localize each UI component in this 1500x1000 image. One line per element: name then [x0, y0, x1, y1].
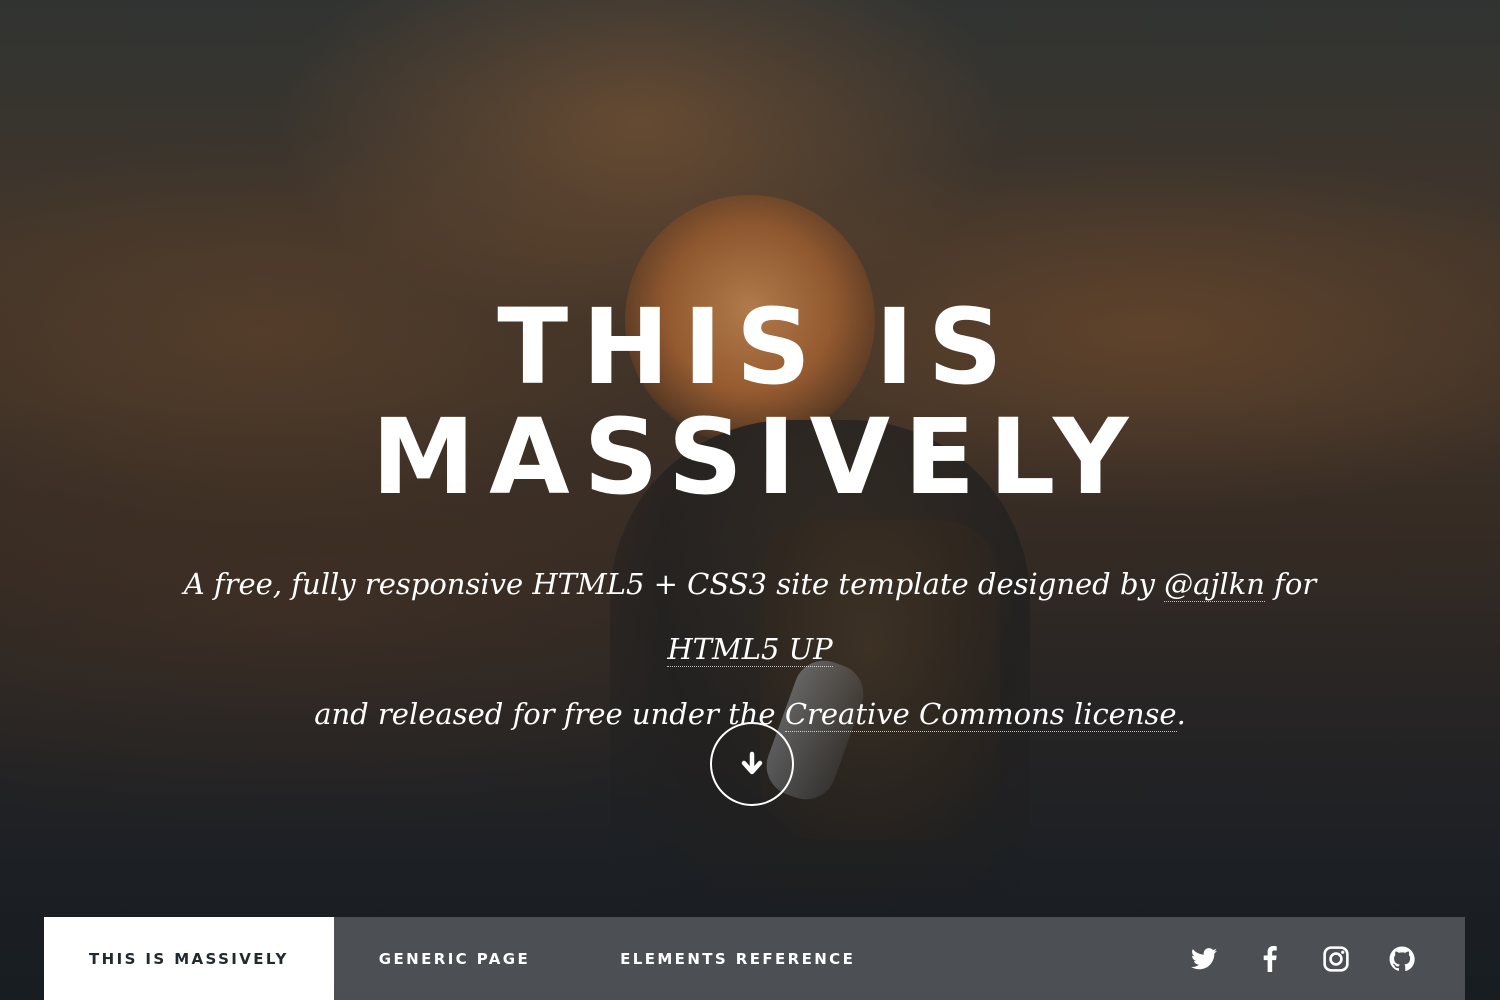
hero-section: THIS IS MASSIVELY A free, fully responsi… [0, 0, 1500, 900]
instagram-icon [1323, 945, 1349, 972]
nav-link-generic-page[interactable]: GENERIC PAGE [334, 917, 575, 1000]
nav-links: THIS IS MASSIVELY GENERIC PAGE ELEMENTS … [44, 917, 900, 1000]
nav-link-elements-reference[interactable]: ELEMENTS REFERENCE [575, 917, 900, 1000]
arrow-down-icon [741, 751, 763, 775]
html5up-link[interactable]: HTML5 UP [667, 632, 833, 667]
nav-link-this-is-massively[interactable]: THIS IS MASSIVELY [44, 917, 334, 1000]
intro-text-part-3: and released for free under the [314, 697, 785, 731]
twitter-icon [1191, 947, 1217, 969]
site-title: THIS IS MASSIVELY [0, 292, 1500, 512]
intro-text: A free, fully responsive HTML5 + CSS3 si… [150, 552, 1350, 747]
instagram-link[interactable] [1303, 917, 1369, 1000]
social-icons [1171, 917, 1465, 1000]
github-link[interactable] [1369, 917, 1435, 1000]
scroll-down-button[interactable] [710, 722, 794, 806]
main-nav: THIS IS MASSIVELY GENERIC PAGE ELEMENTS … [44, 917, 1465, 1000]
site-title-line-2: MASSIVELY [371, 396, 1143, 518]
twitter-link[interactable] [1171, 917, 1237, 1000]
facebook-link[interactable] [1237, 917, 1303, 1000]
intro-text-part-4: . [1176, 697, 1186, 731]
intro-text-part-2: for [1264, 567, 1317, 601]
license-link[interactable]: Creative Commons license [784, 697, 1177, 732]
author-link[interactable]: @ajlkn [1164, 567, 1265, 602]
site-title-line-1: THIS IS [497, 286, 1017, 408]
github-icon [1389, 946, 1415, 971]
intro-text-part-1: A free, fully responsive HTML5 + CSS3 si… [183, 567, 1165, 601]
facebook-icon [1263, 945, 1277, 972]
